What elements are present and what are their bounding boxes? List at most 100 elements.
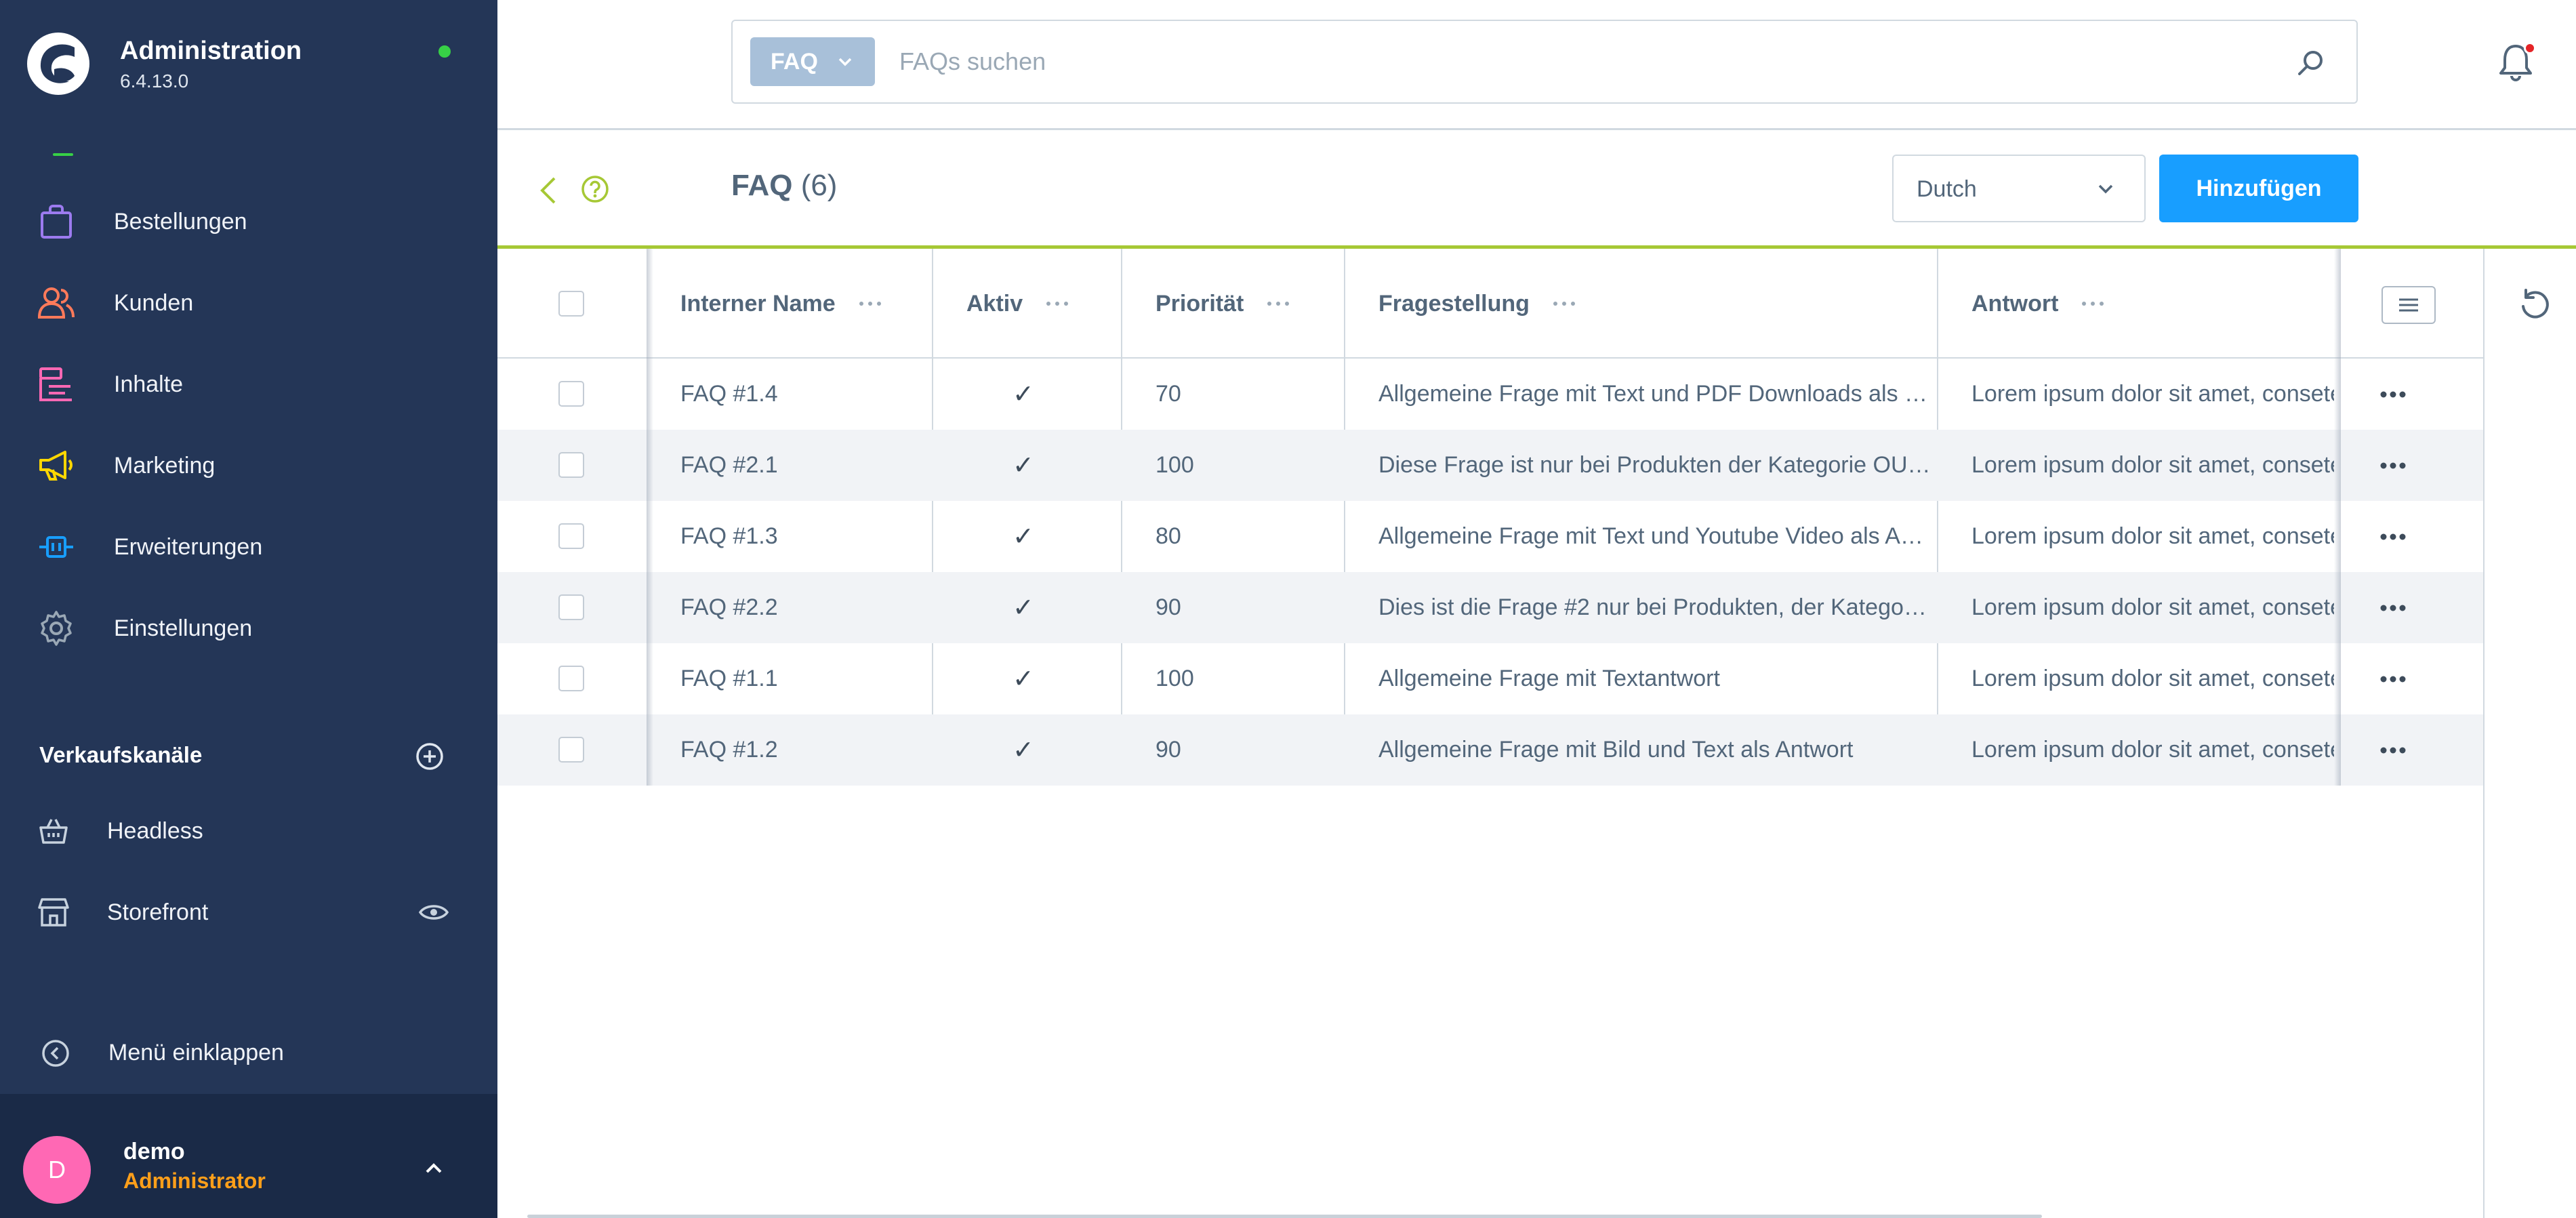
- content-divider: [2483, 249, 2485, 1218]
- cell-priority: 70: [1156, 381, 1181, 407]
- top-bar: FAQ: [497, 0, 2576, 130]
- global-search: FAQ: [731, 20, 2358, 104]
- table-row[interactable]: FAQ #1.1 ✓ 100 Allgemeine Frage mit Text…: [497, 643, 2483, 714]
- smart-bar: FAQ (6) Dutch Hinzufügen: [497, 132, 2576, 249]
- cell-internal-name: FAQ #1.3: [680, 523, 778, 549]
- column-options-icon[interactable]: [1265, 300, 1291, 308]
- table-row[interactable]: FAQ #1.3 ✓ 80 Allgemeine Frage mit Text …: [497, 501, 2483, 572]
- sales-channel-storefront[interactable]: Storefront: [0, 878, 497, 946]
- faq-table: Interner Name Aktiv Priorität Fragestell…: [497, 249, 2485, 1218]
- chevron-up-icon[interactable]: [419, 1154, 449, 1183]
- users-icon: [38, 285, 75, 321]
- column-header-answer[interactable]: Antwort: [1971, 249, 2106, 359]
- sidebar-item-label: Kunden: [114, 289, 194, 316]
- user-area[interactable]: D demo Administrator: [0, 1094, 497, 1218]
- column-options-icon[interactable]: [1044, 300, 1070, 308]
- search-icon[interactable]: [2295, 48, 2325, 78]
- check-icon: ✓: [1013, 594, 1034, 622]
- column-options-icon[interactable]: [1551, 300, 1577, 308]
- sidebar-item-label: Erweiterungen: [114, 533, 263, 560]
- avatar: D: [23, 1136, 91, 1204]
- table-row[interactable]: FAQ #1.4 ✓ 70 Allgemeine Frage mit Text …: [497, 359, 2483, 430]
- sticky-column-shadow: [2334, 249, 2341, 786]
- row-checkbox[interactable]: [558, 594, 584, 620]
- table-row[interactable]: FAQ #1.2 ✓ 90 Allgemeine Frage mit Bild …: [497, 714, 2483, 786]
- column-options-icon[interactable]: [2080, 300, 2106, 308]
- search-input[interactable]: [899, 41, 2187, 82]
- collapse-menu-button[interactable]: Menü einklappen: [0, 1019, 497, 1087]
- row-context-menu-icon[interactable]: [2375, 459, 2411, 472]
- row-context-menu-icon[interactable]: [2375, 388, 2411, 401]
- sidebar-item-customers[interactable]: Kunden: [0, 266, 497, 340]
- megaphone-icon: [38, 447, 75, 484]
- cell-answer: Lorem ipsum dolor sit amet, consetetur: [1971, 737, 2334, 763]
- user-role: Administrator: [123, 1169, 266, 1193]
- collapse-menu-label: Menü einklappen: [108, 1040, 284, 1065]
- search-type-select[interactable]: FAQ: [750, 37, 875, 86]
- eye-icon[interactable]: [419, 897, 449, 927]
- table-row[interactable]: FAQ #2.2 ✓ 90 Dies ist die Frage #2 nur …: [497, 572, 2483, 643]
- row-checkbox[interactable]: [558, 381, 584, 407]
- cell-priority: 90: [1156, 594, 1181, 620]
- back-arrow-icon[interactable]: [535, 174, 563, 207]
- sidebar-item-extensions[interactable]: Erweiterungen: [0, 510, 497, 584]
- row-context-menu-icon[interactable]: [2375, 601, 2411, 615]
- cell-question: Allgemeine Frage mit Bild und Text als A…: [1378, 737, 1854, 763]
- horizontal-scrollbar[interactable]: [527, 1215, 2042, 1218]
- basket-icon: [39, 819, 68, 844]
- language-select[interactable]: Dutch: [1892, 155, 2146, 222]
- column-header-active[interactable]: Aktiv: [966, 249, 1070, 359]
- check-icon: ✓: [1013, 665, 1034, 693]
- select-all-checkbox[interactable]: [558, 291, 584, 317]
- sidebar-item-label: Marketing: [114, 452, 216, 479]
- cell-question: Allgemeine Frage mit Text und Youtube Vi…: [1378, 523, 1923, 549]
- cell-question: Dies ist die Frage #2 nur bei Produkten,…: [1378, 594, 1927, 620]
- column-header-label: Fragestellung: [1378, 290, 1530, 317]
- grid-settings-button[interactable]: [2381, 286, 2436, 324]
- row-checkbox[interactable]: [558, 666, 584, 691]
- row-context-menu-icon[interactable]: [2375, 744, 2411, 757]
- cell-internal-name: FAQ #1.4: [680, 381, 778, 407]
- table-header: Interner Name Aktiv Priorität Fragestell…: [497, 249, 2483, 359]
- row-checkbox[interactable]: [558, 737, 584, 763]
- cell-internal-name: FAQ #1.2: [680, 737, 778, 763]
- sales-channel-headless[interactable]: Headless: [0, 797, 497, 865]
- check-icon: ✓: [1013, 523, 1034, 551]
- cell-answer: Lorem ipsum dolor sit amet, consetetur: [1971, 666, 2334, 691]
- sidebar-item-label: Einstellungen: [114, 615, 253, 641]
- shopware-logo-icon[interactable]: [27, 33, 89, 95]
- page-title-count: (6): [800, 169, 838, 202]
- sidebar-item-settings[interactable]: Einstellungen: [0, 591, 497, 666]
- row-checkbox[interactable]: [558, 523, 584, 549]
- column-header-label: Aktiv: [966, 290, 1023, 317]
- sidebar-item-content[interactable]: Inhalte: [0, 347, 497, 422]
- column-header-internal-name[interactable]: Interner Name: [680, 249, 883, 359]
- gear-icon: [38, 610, 75, 647]
- row-context-menu-icon[interactable]: [2375, 672, 2411, 686]
- chevron-down-icon: [838, 58, 852, 66]
- add-sales-channel-icon[interactable]: [415, 742, 445, 771]
- reload-icon[interactable]: [2518, 287, 2553, 323]
- table-row[interactable]: FAQ #2.1 ✓ 100 Diese Frage ist nur bei P…: [497, 430, 2483, 501]
- shopping-bag-icon: [38, 203, 75, 240]
- column-header-question[interactable]: Fragestellung: [1378, 249, 1577, 359]
- sticky-column-shadow: [647, 249, 653, 786]
- column-header-label: Antwort: [1971, 290, 2059, 317]
- add-button[interactable]: Hinzufügen: [2159, 155, 2358, 222]
- app-title: Administration: [120, 37, 302, 65]
- chevron-left-circle-icon: [42, 1040, 69, 1067]
- row-context-menu-icon[interactable]: [2375, 530, 2411, 544]
- row-checkbox[interactable]: [558, 452, 584, 478]
- cell-question: Allgemeine Frage mit Text und PDF Downlo…: [1378, 381, 1927, 407]
- sidebar: Administration 6.4.13.0 Bestellungen Kun…: [0, 0, 497, 1218]
- check-icon: ✓: [1013, 380, 1034, 409]
- cell-priority: 80: [1156, 523, 1181, 549]
- cell-internal-name: FAQ #1.1: [680, 666, 778, 691]
- help-icon[interactable]: [580, 174, 610, 204]
- user-name: demo: [123, 1139, 185, 1164]
- plug-icon: [38, 529, 75, 565]
- column-header-priority[interactable]: Priorität: [1156, 249, 1291, 359]
- column-options-icon[interactable]: [857, 300, 883, 308]
- sidebar-item-orders[interactable]: Bestellungen: [0, 184, 497, 259]
- sidebar-item-marketing[interactable]: Marketing: [0, 428, 497, 503]
